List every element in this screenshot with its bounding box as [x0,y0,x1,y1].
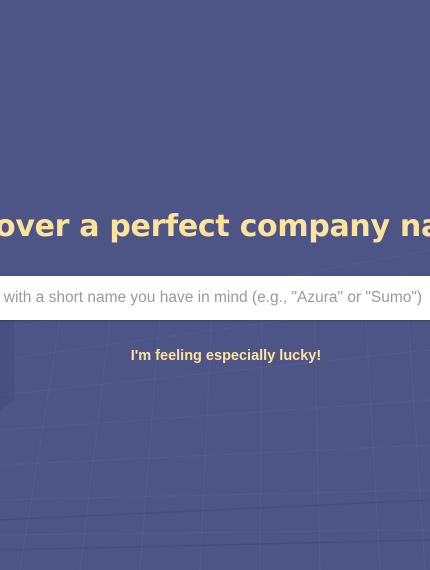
feeling-lucky-link[interactable]: I'm feeling especially lucky! [0,345,430,367]
search-box [0,276,430,320]
company-name-search-input[interactable] [0,276,430,320]
page-headline: scover a perfect company na [0,209,430,244]
hero-section: scover a perfect company na I'm feeling … [0,0,430,570]
